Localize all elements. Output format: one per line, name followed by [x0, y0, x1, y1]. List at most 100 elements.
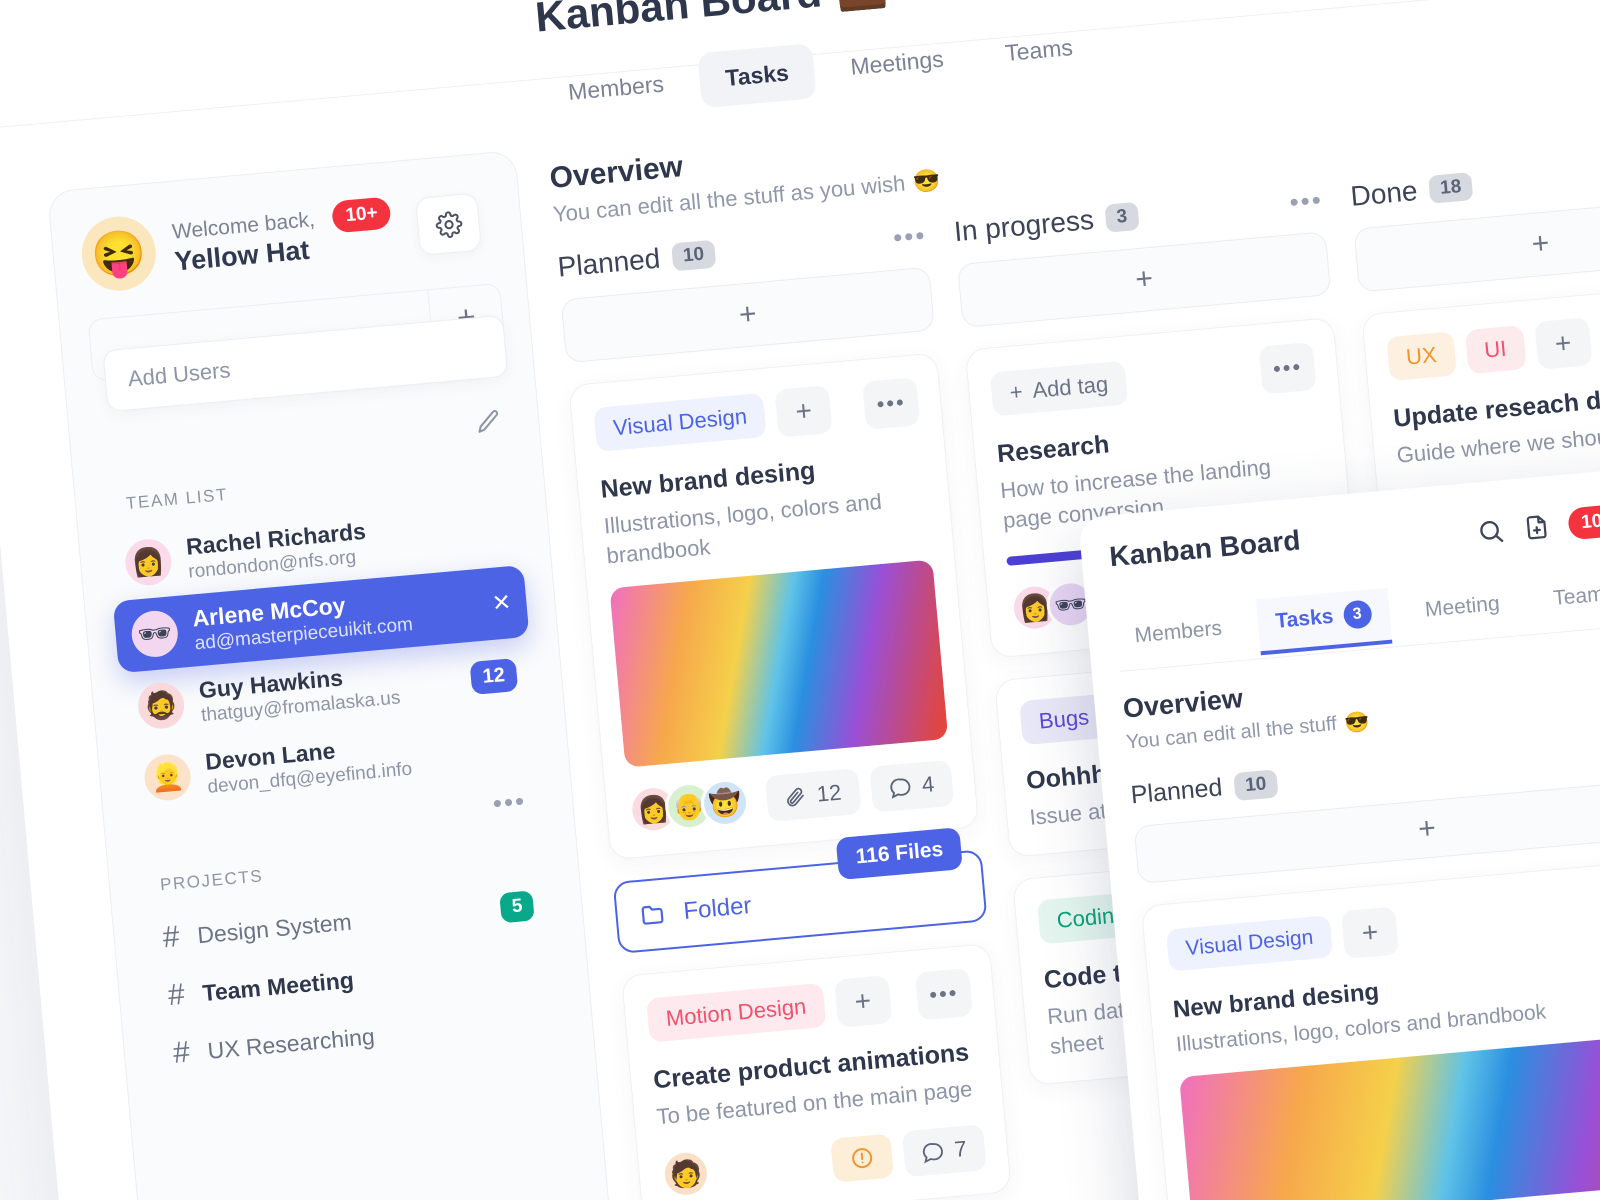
close-icon[interactable]: × — [491, 585, 511, 620]
column-header: Done 18 — [1349, 148, 1600, 213]
avatar-emoji: 👱 — [149, 760, 186, 794]
hash-icon: # — [171, 1035, 192, 1070]
task-card[interactable]: Visual Design + ••• New brand desing Ill… — [568, 352, 980, 861]
column-count: 18 — [1428, 172, 1474, 204]
add-tag-label: Add tag — [1031, 371, 1110, 403]
column-count: 10 — [670, 239, 717, 272]
add-card-button[interactable]: + — [1353, 195, 1600, 293]
settings-button[interactable] — [415, 192, 483, 256]
project-badge: 5 — [499, 890, 535, 924]
folder-row[interactable]: 116 Files Folder — [612, 827, 988, 955]
hash-icon: # — [166, 977, 187, 1013]
plus-icon[interactable]: + — [1341, 906, 1400, 959]
comment-icon — [921, 1139, 946, 1164]
column-name: Done — [1349, 175, 1419, 212]
card-top: UX UI + — [1386, 306, 1600, 383]
comment-icon — [888, 775, 913, 800]
avatar-stack: 👩 👴 🤠 — [627, 777, 752, 836]
more-horizontal-icon[interactable]: ••• — [892, 219, 928, 253]
avatar: 🕶 — [129, 608, 180, 659]
tab-tasks-label: Tasks — [1274, 604, 1335, 633]
attachment-chip[interactable]: 12 — [765, 768, 862, 823]
task-card[interactable]: Visual Design + ••• New brand desing Ill… — [1140, 854, 1600, 1200]
panel-header-icons: 10+ 👩‍🦰 — [1475, 489, 1600, 556]
gear-icon — [434, 210, 463, 239]
project-name: UX Researching — [206, 1022, 376, 1064]
avatar: 👱 — [142, 752, 193, 803]
alert-chip[interactable] — [830, 1133, 894, 1183]
more-horizontal-icon[interactable]: ••• — [862, 377, 921, 430]
plus-icon[interactable]: + — [833, 975, 892, 1029]
tab-members[interactable]: Members — [540, 54, 692, 122]
avatar-emoji: 🕶 — [136, 617, 174, 651]
member-badge: 12 — [469, 657, 519, 695]
briefcase-icon: 💼 — [833, 0, 889, 15]
tag-visual-design[interactable]: Visual Design — [1165, 915, 1334, 972]
card-top: Visual Design + ••• — [593, 377, 921, 454]
comment-chip[interactable]: 7 — [901, 1124, 987, 1178]
panel-notification-badge[interactable]: 10+ — [1566, 503, 1600, 541]
plus-icon[interactable]: + — [774, 385, 833, 438]
card-footer: 🧑 7 — [659, 1123, 987, 1200]
tag-motion-design[interactable]: Motion Design — [646, 983, 827, 1043]
more-horizontal-icon[interactable]: ••• — [1258, 341, 1317, 395]
pencil-icon[interactable] — [474, 407, 503, 436]
sunglasses-emoji-icon: 😎 — [911, 167, 942, 195]
welcome-row: 😝 Welcome back, Yellow Hat 10+ — [78, 183, 496, 294]
tab-tasks[interactable]: Tasks — [697, 43, 818, 109]
tab-teams[interactable]: Teams — [977, 18, 1101, 83]
folder-label: Folder — [682, 892, 753, 926]
tab-meeting[interactable]: Meeting — [1405, 580, 1520, 638]
column-count: 3 — [1104, 201, 1140, 233]
add-card-button[interactable]: + — [957, 231, 1332, 328]
tag-ui[interactable]: UI — [1464, 325, 1527, 375]
tab-teams[interactable]: Teams — [1533, 570, 1600, 627]
column-name: Planned — [556, 242, 662, 283]
card-top: Motion Design + ••• — [646, 968, 973, 1045]
comment-count: 7 — [953, 1135, 968, 1162]
avatar-stack: 🧑 — [659, 1147, 712, 1200]
avatar: 🧔 — [136, 680, 187, 731]
floating-panel[interactable]: Kanban Board 10+ 👩‍🦰 — [1078, 461, 1600, 1200]
tab-tasks-badge: 3 — [1342, 599, 1373, 630]
sunglasses-emoji-icon: 😎 — [1343, 710, 1371, 736]
avatar: 🧑 — [659, 1147, 712, 1200]
avatar[interactable]: 😝 — [78, 213, 159, 294]
avatar-emoji: 🧔 — [143, 689, 180, 723]
document-add-icon[interactable] — [1521, 512, 1551, 542]
column-count: 10 — [1233, 768, 1279, 801]
more-horizontal-icon[interactable]: ••• — [914, 968, 973, 1021]
avatar-emoji: 🤠 — [707, 786, 743, 820]
tab-meetings[interactable]: Meetings — [822, 29, 972, 97]
column-name: In progress — [952, 203, 1096, 248]
avatar: 👩 — [123, 537, 174, 588]
panel-title: Kanban Board — [1108, 524, 1302, 573]
alert-circle-icon — [849, 1145, 875, 1171]
hash-icon: # — [161, 920, 181, 955]
paperclip-icon — [784, 785, 808, 809]
attachment-count: 12 — [815, 779, 843, 808]
add-card-button[interactable]: + — [560, 266, 935, 364]
tag-visual-design[interactable]: Visual Design — [593, 392, 767, 452]
card-thumbnail — [609, 559, 949, 768]
tab-members[interactable]: Members — [1115, 605, 1242, 664]
avatar-emoji: 👩 — [130, 545, 167, 579]
add-tag-button[interactable]: + Add tag — [989, 360, 1128, 417]
notification-badge[interactable]: 10+ — [331, 196, 393, 234]
card-thumbnail — [1179, 1029, 1600, 1200]
more-horizontal-icon[interactable]: ••• — [1288, 184, 1324, 218]
page-title-text: Kanban Board — [533, 0, 824, 41]
plus-icon[interactable]: + — [1534, 317, 1593, 370]
comment-chip[interactable]: 4 — [869, 760, 955, 814]
tab-tasks[interactable]: Tasks 3 — [1255, 587, 1392, 656]
task-card[interactable]: Motion Design + ••• Create product anima… — [621, 943, 1012, 1200]
sidebar: 😝 Welcome back, Yellow Hat 10+ + Add Use… — [47, 149, 621, 1200]
add-users-placeholder: Add Users — [126, 357, 232, 392]
search-icon[interactable] — [1475, 516, 1505, 546]
tag-ux[interactable]: UX — [1386, 331, 1457, 382]
card-footer: 👩 👴 🤠 12 4 — [627, 759, 955, 836]
team-list: 👩 Rachel Richards rondondon@nfs.org 🕶 Ar… — [106, 493, 542, 816]
card-top: + Add tag ••• — [989, 341, 1317, 419]
projects-list: # Design System 5 # Team Meeting # UX Re… — [140, 875, 566, 1085]
project-name: Design System — [196, 908, 353, 948]
